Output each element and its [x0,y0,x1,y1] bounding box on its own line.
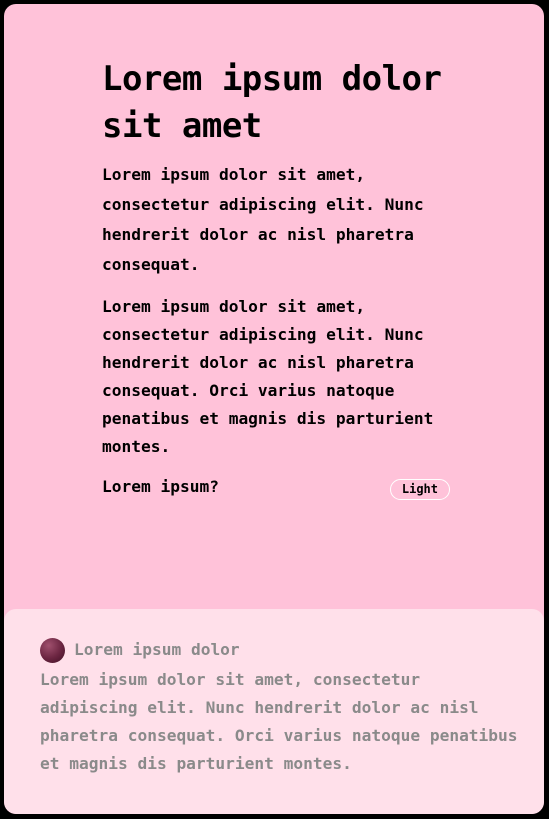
body-paragraph: Lorem ipsum dolor sit amet, consectetur … [102,297,434,456]
main-card: Lorem ipsum dolor sit amet Lorem ipsum d… [4,4,544,814]
question-text: Lorem ipsum? [102,477,219,496]
footer-author-name: Lorem ipsum dolor [74,640,240,659]
theme-toggle-button[interactable]: Light [389,479,450,500]
page-title: Lorem ipsum dolor sit amet [102,59,442,146]
footer-text: Lorem ipsum dolor sit amet, consectetur … [40,670,518,773]
question-row: Lorem ipsum? Light [102,477,450,501]
content-section: Lorem ipsum dolor sit amet Lorem ipsum d… [102,56,450,501]
intro-paragraph: Lorem ipsum dolor sit amet, consectetur … [102,165,424,274]
footer-author-row: Lorem ipsum dolor [40,637,240,663]
avatar [40,637,65,663]
footer-card: Lorem ipsum dolor Lorem ipsum dolor sit … [4,609,544,814]
